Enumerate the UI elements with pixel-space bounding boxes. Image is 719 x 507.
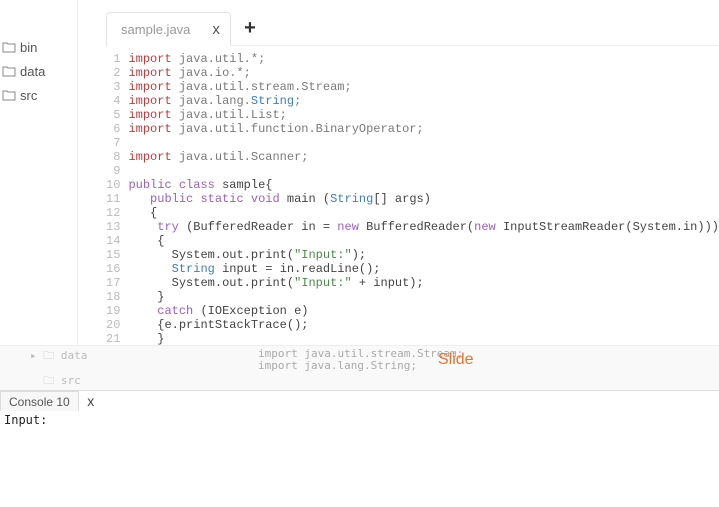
console-tab-bar: Console 10 x [0, 391, 719, 411]
slide-label[interactable]: Slide [438, 351, 474, 369]
line-number: 6 [106, 122, 120, 136]
line-number: 14 [106, 234, 120, 248]
close-icon[interactable]: x [81, 391, 101, 411]
line-number: 17 [106, 276, 120, 290]
line-number: 9 [106, 164, 120, 178]
editor-tab-bar: sample.java x + [106, 12, 719, 46]
tab-label: sample.java [121, 22, 190, 37]
line-number: 2 [106, 66, 120, 80]
line-number: 1 [106, 52, 120, 66]
overlay-sidebar-item: ▸ 🗀 data [30, 347, 87, 366]
folder-item-bin[interactable]: bin [2, 35, 77, 59]
code-editor[interactable]: 1 2 3 4 5 6 7 8 9 10 11 12 13 14 15 16 1… [106, 46, 719, 346]
line-number: 21 [106, 332, 120, 346]
folder-label: data [20, 64, 45, 79]
overlay-sidebar-item: 🗀 src [30, 372, 81, 391]
console-output[interactable]: Input: [0, 411, 719, 429]
folder-icon [2, 89, 16, 101]
line-number: 20 [106, 318, 120, 332]
line-number: 12 [106, 206, 120, 220]
workspace: bin data src sample.java x + 1 2 [0, 0, 719, 345]
folder-item-data[interactable]: data [2, 59, 77, 83]
folder-item-src[interactable]: src [2, 83, 77, 107]
overlay-faded-code: import java.util.stream.Stream; import j… [258, 348, 463, 372]
line-number: 3 [106, 80, 120, 94]
folder-icon [2, 65, 16, 77]
editor-tab-sample-java[interactable]: sample.java x [106, 12, 231, 46]
line-number: 16 [106, 262, 120, 276]
line-number: 5 [106, 108, 120, 122]
close-icon[interactable]: x [212, 21, 220, 38]
file-explorer-sidebar: bin data src [0, 0, 78, 345]
line-number: 8 [106, 150, 120, 164]
console-tab-label: Console 10 [9, 395, 70, 409]
console-tab[interactable]: Console 10 [0, 391, 79, 411]
folder-label: bin [20, 40, 37, 55]
line-number: 7 [106, 136, 120, 150]
line-number: 19 [106, 304, 120, 318]
editor-area: sample.java x + 1 2 3 4 5 6 7 8 9 10 11 … [78, 0, 719, 345]
line-number: 18 [106, 290, 120, 304]
line-number: 15 [106, 248, 120, 262]
line-number: 10 [106, 178, 120, 192]
folder-icon [2, 41, 16, 53]
folder-label: src [20, 88, 37, 103]
console-panel: Console 10 x Input: [0, 390, 719, 507]
line-number: 13 [106, 220, 120, 234]
console-output-text: Input: [4, 413, 47, 427]
code-content[interactable]: import java.util.*; import java.io.*; im… [128, 52, 719, 346]
slide-overlay-strip: ▸ 🗀 data 🗀 src import java.util.stream.S… [0, 345, 719, 390]
line-number-gutter: 1 2 3 4 5 6 7 8 9 10 11 12 13 14 15 16 1… [106, 52, 128, 346]
new-tab-button[interactable]: + [237, 16, 263, 42]
line-number: 11 [106, 192, 120, 206]
line-number: 4 [106, 94, 120, 108]
